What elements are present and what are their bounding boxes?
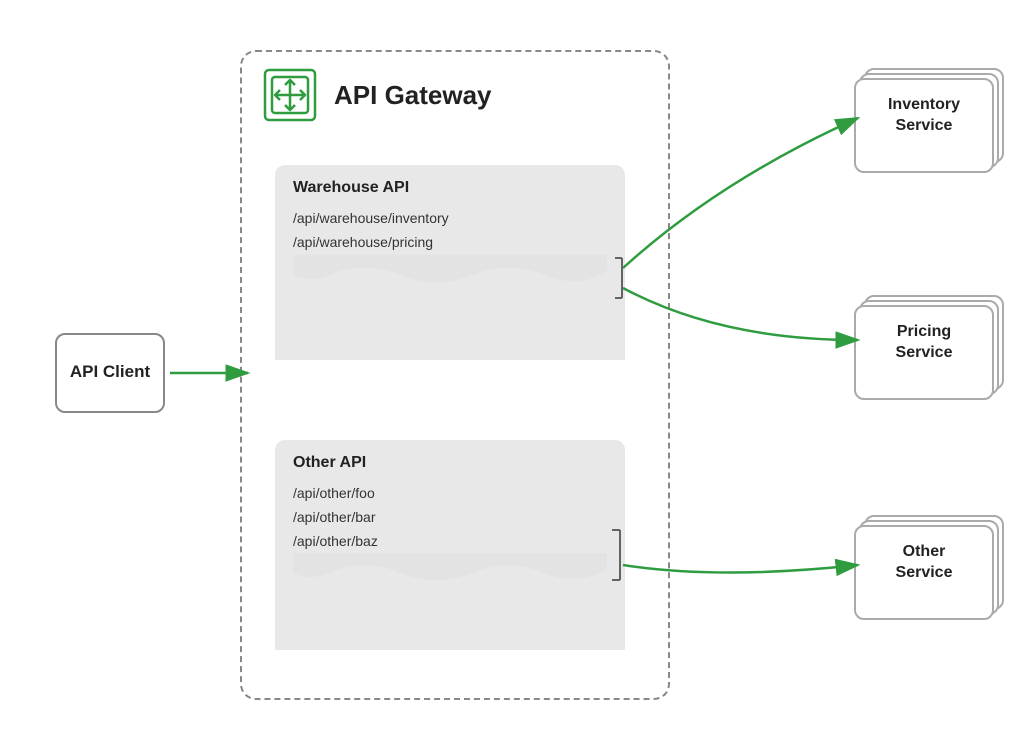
inventory-service-card: InventoryService [854,68,1004,178]
pricing-service: PricingService [854,295,1004,405]
other-api-panel: Other API /api/other/foo/api/other/bar/a… [275,440,625,650]
gateway-icon [260,65,320,125]
other-service-label: OtherService [854,525,994,600]
other-service: OtherService [854,515,1004,625]
gateway-title: API Gateway [334,80,492,111]
inventory-service-label: InventoryService [854,78,994,153]
other-service-card: OtherService [854,515,1004,625]
warehouse-api-title: Warehouse API [293,179,607,197]
warehouse-wave [293,255,607,295]
other-api-title: Other API [293,454,607,472]
warehouse-api-routes: /api/warehouse/inventory/api/warehouse/p… [293,207,607,255]
gateway-header: API Gateway [260,65,492,125]
other-wave [293,553,607,593]
inventory-service: InventoryService [854,68,1004,178]
api-client-box: API Client [55,333,165,413]
warehouse-api-panel: Warehouse API /api/warehouse/inventory/a… [275,165,625,360]
other-api-routes: /api/other/foo/api/other/bar/api/other/b… [293,482,607,553]
pricing-service-label: PricingService [854,305,994,380]
pricing-service-card: PricingService [854,295,1004,405]
api-client-label: API Client [70,361,150,383]
diagram: API Client API Gateway Warehouse API [0,0,1024,745]
